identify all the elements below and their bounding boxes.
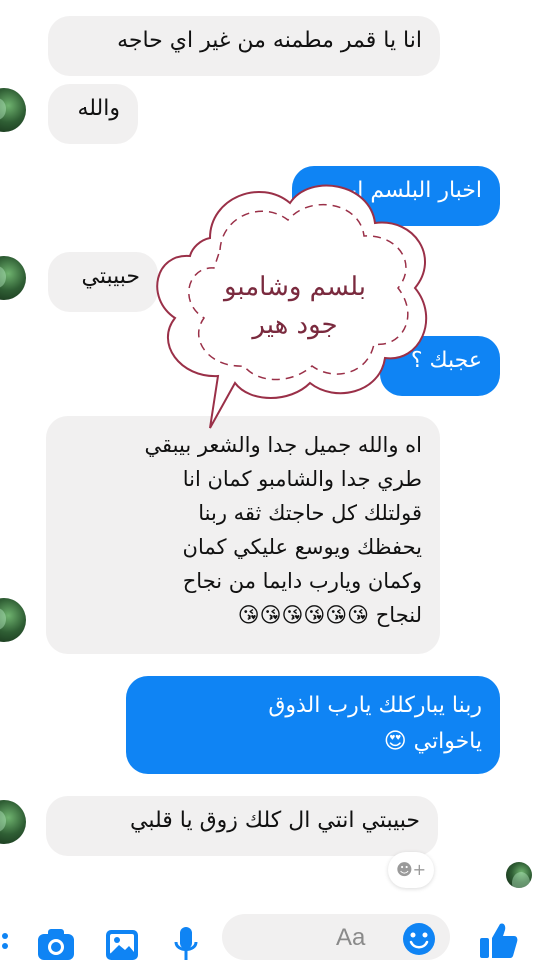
received-message[interactable]: اه والله جميل جدا والشعر بيبقي طري جدا و… (46, 416, 440, 654)
received-message[interactable]: والله (48, 84, 138, 144)
message-input[interactable]: Aa (222, 914, 450, 960)
sent-message[interactable]: ربنا يباركلك يارب الذوق ياخواتي 😍 (126, 676, 500, 774)
microphone-icon[interactable] (174, 926, 198, 960)
read-receipt-avatar (506, 862, 532, 888)
camera-icon[interactable] (36, 928, 76, 960)
contact-avatar[interactable] (0, 800, 26, 844)
overlay-caption: بلسم وشامبو جود هير (223, 272, 367, 340)
add-reaction-button[interactable]: ☻+ (388, 852, 434, 888)
contact-avatar[interactable] (0, 88, 26, 132)
received-message[interactable]: حبيبتي انتي ال كلك زوق يا قلبي (46, 796, 438, 856)
contact-avatar[interactable] (0, 256, 26, 300)
contact-avatar[interactable] (0, 598, 26, 642)
received-message[interactable]: انا يا قمر مطمنه من غير اي حاجه (48, 16, 440, 76)
cloud-sticker: بلسم وشامبو جود هير (140, 178, 440, 438)
image-icon[interactable] (104, 928, 140, 960)
emoji-icon[interactable] (402, 922, 436, 960)
thumbs-up-icon[interactable] (478, 920, 518, 960)
message-input-placeholder: Aa (336, 924, 366, 951)
more-options-icon[interactable] (2, 932, 12, 960)
